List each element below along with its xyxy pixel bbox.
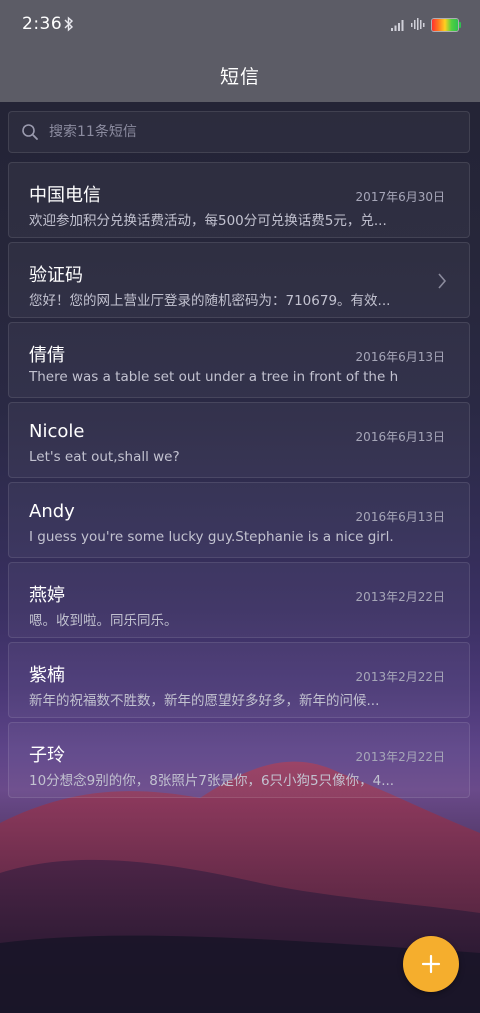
- conversation-date: 2016年6月13日: [355, 430, 445, 444]
- compose-button[interactable]: [403, 936, 459, 992]
- conversation-item[interactable]: 燕婷 2013年2月22日 嗯。收到啦。同乐同乐。: [8, 562, 470, 638]
- conversation-date: 2016年6月13日: [355, 350, 445, 364]
- chevron-right-icon: [438, 273, 447, 289]
- conversation-name: 燕婷: [29, 585, 65, 606]
- conversation-preview: 10分想念9别的你，8张照片7张是你，6只小狗5只像你，4...: [29, 773, 395, 789]
- conversation-item[interactable]: 中国电信 2017年6月30日 欢迎参加积分兑换话费活动，每500分可兑换话费5…: [8, 162, 470, 238]
- conversation-item[interactable]: Andy 2016年6月13日 I guess you're some luck…: [8, 482, 470, 558]
- conversation-name: 验证码: [29, 265, 83, 286]
- app-header: 短信: [0, 52, 480, 102]
- battery-tip: [459, 22, 461, 28]
- signal-icon: [391, 20, 404, 31]
- conversation-item[interactable]: 子玲 2013年2月22日 10分想念9别的你，8张照片7张是你，6只小狗5只像…: [8, 722, 470, 798]
- search-bar[interactable]: [8, 111, 470, 153]
- conversation-name: 中国电信: [29, 185, 101, 206]
- conversation-name: 子玲: [29, 745, 65, 766]
- conversation-item[interactable]: 倩倩 2016年6月13日 There was a table set out …: [8, 322, 470, 398]
- conversation-preview: There was a table set out under a tree i…: [29, 369, 399, 385]
- wifi-icon: [411, 18, 425, 30]
- conversation-preview: Let's eat out,shall we?: [29, 449, 180, 465]
- conversation-item[interactable]: 验证码 您好！您的网上营业厅登录的随机密码为：710679。有效...: [8, 242, 470, 318]
- conversation-preview: 新年的祝福数不胜数，新年的愿望好多好多，新年的问候...: [29, 693, 380, 709]
- conversation-item[interactable]: Nicole 2016年6月13日 Let's eat out,shall we…: [8, 402, 470, 478]
- bluetooth-icon: [64, 16, 74, 36]
- search-icon: [22, 124, 38, 140]
- conversation-name: 倩倩: [29, 345, 65, 366]
- conversation-date: 2013年2月22日: [355, 590, 445, 604]
- conversation-date: 2013年2月22日: [355, 670, 445, 684]
- conversation-preview: 您好！您的网上营业厅登录的随机密码为：710679。有效...: [29, 293, 391, 309]
- conversation-name: 紫楠: [29, 665, 65, 686]
- conversation-item[interactable]: 紫楠 2013年2月22日 新年的祝福数不胜数，新年的愿望好多好多，新年的问候.…: [8, 642, 470, 718]
- conversation-name: Andy: [29, 501, 75, 522]
- search-input[interactable]: [49, 124, 429, 140]
- conversation-date: 2017年6月30日: [355, 190, 445, 204]
- battery-icon: [432, 19, 458, 31]
- conversation-date: 2013年2月22日: [355, 750, 445, 764]
- conversation-date: 2016年6月13日: [355, 510, 445, 524]
- plus-icon: [421, 954, 441, 974]
- conversation-name: Nicole: [29, 421, 85, 442]
- conversation-preview: 嗯。收到啦。同乐同乐。: [29, 613, 178, 629]
- conversation-preview: I guess you're some lucky guy.Stephanie …: [29, 529, 394, 545]
- conversation-preview: 欢迎参加积分兑换话费活动，每500分可兑换话费5元，兑...: [29, 213, 387, 229]
- page-title: 短信: [219, 66, 260, 88]
- status-time: 2:36: [22, 14, 63, 34]
- status-bar: 2:36: [0, 0, 480, 52]
- conversation-list: 中国电信 2017年6月30日 欢迎参加积分兑换话费活动，每500分可兑换话费5…: [8, 162, 470, 802]
